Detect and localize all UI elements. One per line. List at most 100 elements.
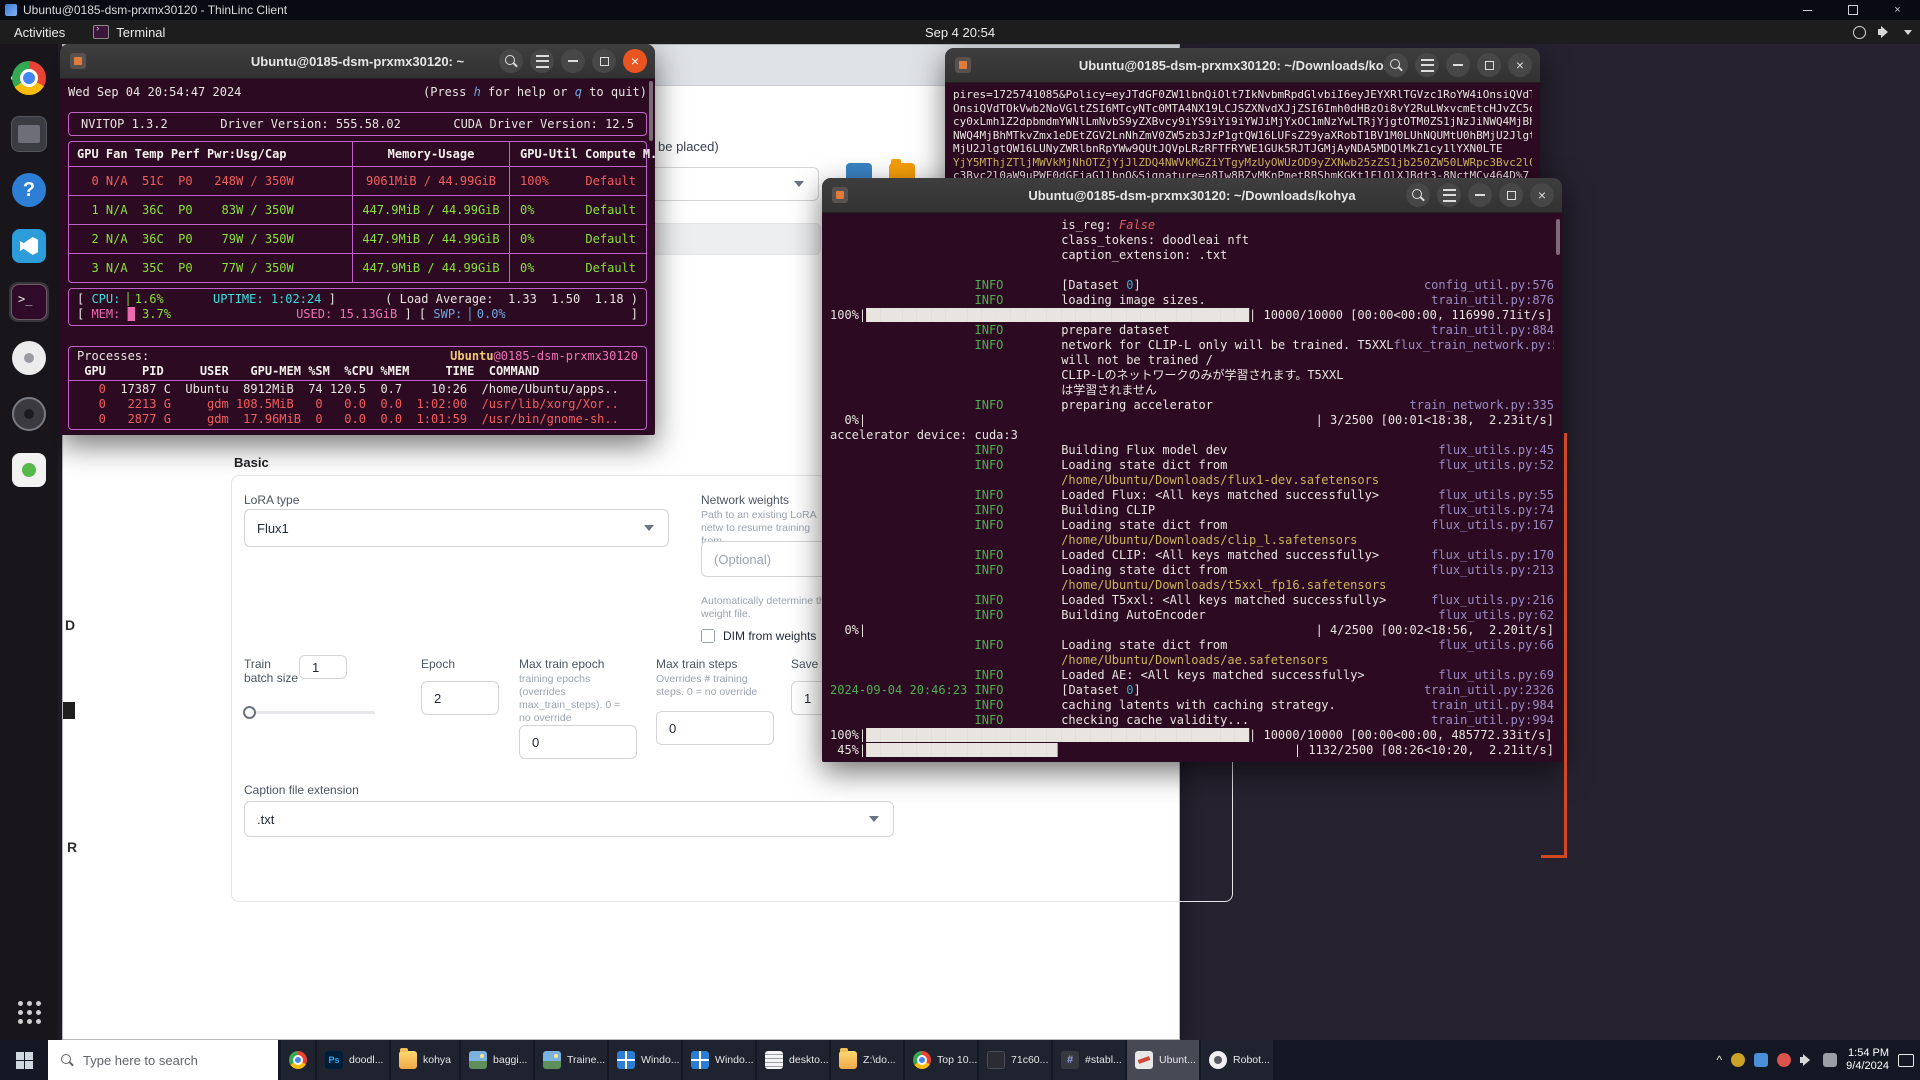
tray-icon[interactable] xyxy=(1777,1053,1791,1067)
activities-button[interactable]: Activities xyxy=(0,25,79,40)
network-icon[interactable] xyxy=(1823,1053,1837,1067)
volume-icon xyxy=(1878,26,1892,38)
save-every-value: 1 xyxy=(804,691,811,706)
terminal-output: is_reg: False class_tokens: doodleai nft… xyxy=(822,213,1562,762)
taskbar-item-robot[interactable]: Robot... xyxy=(1201,1040,1273,1080)
max-train-steps-input[interactable]: 0 xyxy=(656,711,774,745)
terminal-line: INFO Loading state dict fromflux_utils.p… xyxy=(830,563,1554,578)
dim-from-weights-checkbox[interactable] xyxy=(701,629,715,643)
taskbar-item-kohya-folder[interactable]: kohya xyxy=(391,1040,459,1080)
tray-icon[interactable] xyxy=(1754,1053,1768,1067)
placeholder-text: (Optional) xyxy=(714,552,771,567)
window-maximize-button[interactable] xyxy=(1830,0,1875,20)
taskbar-search[interactable]: Type here to search xyxy=(48,1040,278,1080)
terminal-app-icon xyxy=(955,57,971,73)
terminal-window-training[interactable]: Ubuntu@0185-dsm-prxmx30120: ~/Downloads/… xyxy=(822,178,1562,762)
lora-type-dropdown[interactable]: Flux1 xyxy=(244,509,669,547)
red-window-edge-horizontal xyxy=(1541,855,1567,858)
terminal-line: INFO loading image sizes.train_util.py:8… xyxy=(830,293,1554,308)
taskbar-item-label: doodl... xyxy=(349,1054,383,1066)
network-weights-label: Network weights xyxy=(701,493,789,507)
terminal-line: /home/Ubuntu/Downloads/flux1-dev.safeten… xyxy=(830,473,1554,488)
caption-extension-label: Caption file extension xyxy=(244,783,359,797)
dock-item-software[interactable] xyxy=(9,450,49,490)
terminal-line: INFO Building Flux model devflux_utils.p… xyxy=(830,443,1554,458)
caption-extension-dropdown[interactable]: .txt xyxy=(244,801,894,837)
gpu-row: 2 N/A 36C P0 79W / 350W447.9MiB / 44.99G… xyxy=(69,224,646,253)
dock-item-tool[interactable] xyxy=(9,338,49,378)
menu-button[interactable] xyxy=(530,49,554,73)
slider-handle[interactable] xyxy=(243,706,256,719)
window-titlebar[interactable]: Ubuntu@0185-dsm-prxmx30120: ~ × xyxy=(60,44,655,79)
max-train-steps-value: 0 xyxy=(669,721,676,736)
taskbar-item-label: Windo... xyxy=(715,1054,754,1066)
dock-item-terminal[interactable] xyxy=(9,282,49,322)
tray-icon[interactable] xyxy=(1731,1053,1745,1067)
clipped-text: D xyxy=(65,617,75,633)
system-tray[interactable] xyxy=(1853,20,1912,44)
window-titlebar[interactable]: Ubuntu@0185-dsm-prxmx30120: ~/Downloads/… xyxy=(945,48,1540,83)
taskbar-item-chrome[interactable] xyxy=(281,1040,315,1080)
tray-expand-chevron[interactable]: ^ xyxy=(1717,1053,1723,1067)
clock[interactable]: Sep 4 20:54 xyxy=(925,20,995,44)
window-minimize-button[interactable] xyxy=(1446,53,1470,77)
chevron-down-icon xyxy=(1904,30,1912,35)
window-maximize-button[interactable] xyxy=(1499,183,1523,207)
window-minimize-button[interactable] xyxy=(1468,183,1492,207)
window-maximize-button[interactable] xyxy=(592,49,616,73)
terminal-window-nvitop[interactable]: Ubuntu@0185-dsm-prxmx30120: ~ × Wed Sep … xyxy=(60,44,655,435)
taskbar-item-window1[interactable]: Windo... xyxy=(609,1040,681,1080)
taskbar-item-explorer[interactable]: Z:\do... xyxy=(831,1040,903,1080)
taskbar-item-window2[interactable]: Windo... xyxy=(683,1040,755,1080)
taskbar-item-chrome-tab[interactable]: Top 10... xyxy=(905,1040,977,1080)
window-maximize-button[interactable] xyxy=(1477,53,1501,77)
taskbar-item-thinlinc[interactable]: Ubunt... xyxy=(1127,1040,1199,1080)
window-close-button[interactable]: × xyxy=(1508,53,1532,77)
action-center-icon[interactable] xyxy=(1898,1054,1914,1067)
terminal-line: 0%|| 3/2500 [00:01<18:38, 2.23it/s] xyxy=(830,413,1554,428)
max-train-epoch-input[interactable]: 0 xyxy=(519,725,637,759)
window-minimize-button[interactable] xyxy=(1785,0,1830,20)
terminal-line: accelerator device: cuda:3 xyxy=(830,428,1554,443)
show-applications-button[interactable] xyxy=(9,992,49,1032)
menu-button[interactable] xyxy=(1437,183,1461,207)
train-batch-size-slider[interactable] xyxy=(245,711,375,714)
search-button[interactable] xyxy=(1406,183,1430,207)
window-close-button[interactable]: × xyxy=(1530,183,1554,207)
epoch-input[interactable]: 2 xyxy=(421,681,499,715)
taskbar-item-label: deskto... xyxy=(789,1054,829,1066)
terminal-line: INFO Loading state dict fromflux_utils.p… xyxy=(830,638,1554,653)
taskbar-item-image2[interactable]: Traine... xyxy=(535,1040,607,1080)
gnome-topbar: Activities Terminal Sep 4 20:54 xyxy=(0,20,1920,44)
window-close-button[interactable]: × xyxy=(1875,0,1920,20)
taskbar-item-discord[interactable]: #stabl... xyxy=(1053,1040,1125,1080)
scrollbar-thumb[interactable] xyxy=(1556,219,1560,255)
terminal-line: 2024-09-04 20:46:23 INFO [Dataset 0]trai… xyxy=(830,683,1554,698)
window-close-button[interactable]: × xyxy=(623,49,647,73)
taskbar-item-image1[interactable]: baggi... xyxy=(461,1040,533,1080)
taskbar-item-notepad[interactable]: deskto... xyxy=(757,1040,829,1080)
utility-icon xyxy=(12,341,46,375)
menu-button[interactable] xyxy=(1415,53,1439,77)
taskbar-item-photoshop[interactable]: doodl... xyxy=(317,1040,389,1080)
windows-taskbar: Type here to search doodl... kohya baggi… xyxy=(0,1040,1920,1080)
dock-item-files[interactable] xyxy=(9,114,49,154)
window-titlebar[interactable]: Ubuntu@0185-dsm-prxmx30120: ~/Downloads/… xyxy=(822,178,1562,213)
terminal-line: 100%|███████████████████████████████████… xyxy=(830,308,1554,323)
process-table: Processes:Ubuntu@0185-dsm-prxmx30120 GPU… xyxy=(68,346,647,430)
window-minimize-button[interactable] xyxy=(561,49,585,73)
dock-item-vscode[interactable] xyxy=(9,226,49,266)
focused-app-menu[interactable]: Terminal xyxy=(79,25,179,40)
dock-item-help[interactable] xyxy=(9,170,49,210)
volume-icon[interactable] xyxy=(1800,1054,1814,1066)
search-button[interactable] xyxy=(499,49,523,73)
search-button[interactable] xyxy=(1384,53,1408,77)
thinlinc-titlebar[interactable]: Ubuntu@0185-dsm-prxmx30120 - ThinLinc Cl… xyxy=(0,0,1920,20)
taskbar-item-file[interactable]: 71c60... xyxy=(979,1040,1051,1080)
dock-item-camera[interactable] xyxy=(9,394,49,434)
taskbar-clock[interactable]: 1:54 PM 9/4/2024 xyxy=(1846,1047,1889,1073)
train-batch-size-input[interactable]: 1 xyxy=(299,655,347,679)
start-button[interactable] xyxy=(0,1040,48,1080)
dock-item-chrome[interactable] xyxy=(9,58,49,98)
scrollbar-thumb[interactable] xyxy=(649,81,653,141)
